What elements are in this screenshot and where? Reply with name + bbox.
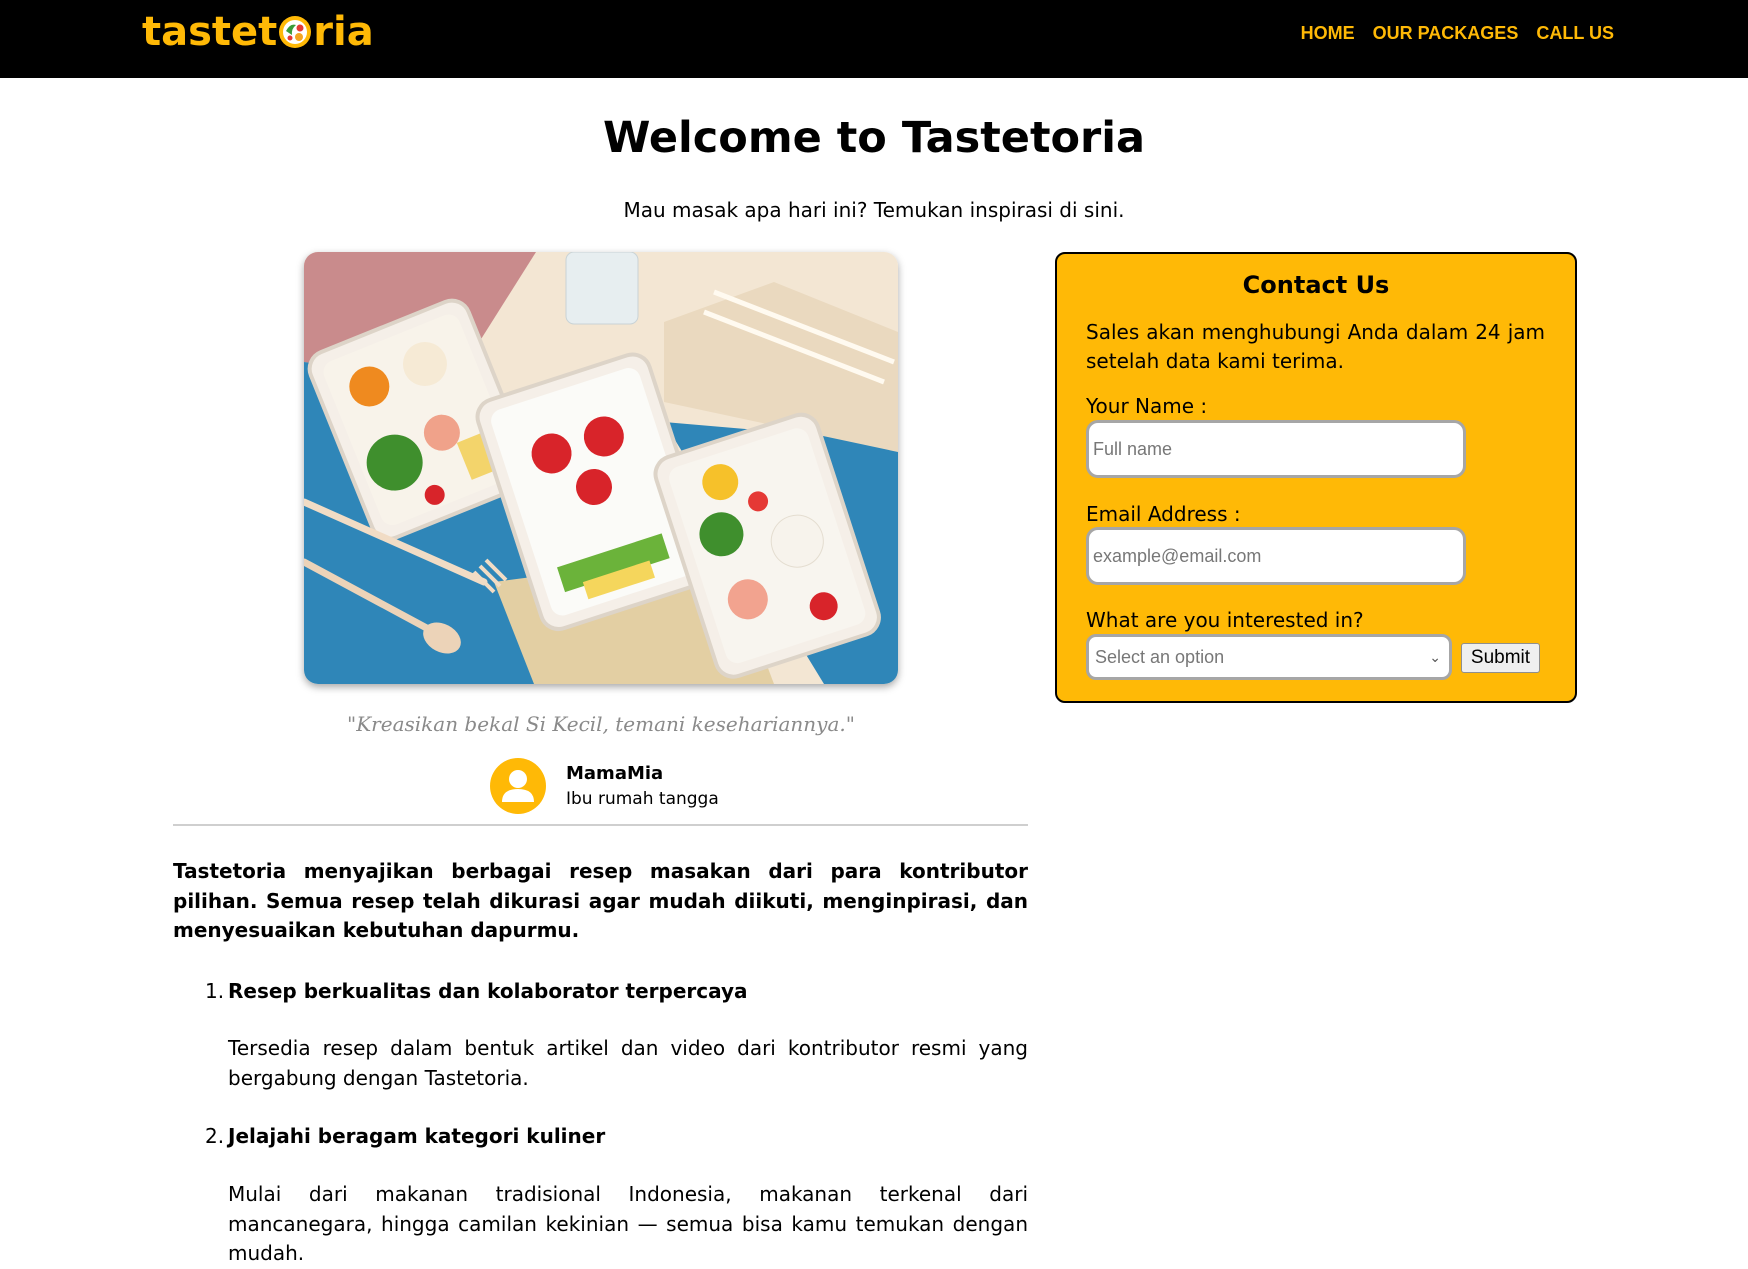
section-divider xyxy=(173,824,1028,826)
nav-our-packages[interactable]: OUR PACKAGES xyxy=(1373,22,1519,44)
page-title: Welcome to Tastetoria xyxy=(602,113,1145,163)
contact-title: Contact Us xyxy=(1242,271,1390,299)
feature-description: Tersedia resep dalam bentuk artikel dan … xyxy=(228,1036,1028,1090)
nav-home[interactable]: HOME xyxy=(1301,22,1355,44)
submit-button[interactable]: Submit xyxy=(1461,643,1540,673)
feature-title: Jelajahi beragam kategori kuliner xyxy=(228,1124,606,1148)
intro-paragraph: Tastetoria menyajikan berbagai resep mas… xyxy=(173,859,1028,942)
food-bowl-icon xyxy=(277,9,313,48)
nav-call-us[interactable]: CALL US xyxy=(1536,22,1614,44)
name-label: Your Name : xyxy=(1086,394,1208,418)
contact-form-panel: Contact Us Sales akan menghubungi Anda d… xyxy=(1055,252,1577,703)
feature-number: 2. xyxy=(205,1124,225,1148)
feature-number: 1. xyxy=(205,979,225,1003)
author-role: Ibu rumah tangga xyxy=(566,789,719,809)
avatar-user-icon xyxy=(490,758,546,814)
email-label: Email Address : xyxy=(1086,502,1241,526)
testimonial-quote: "Kreasikan bekal Si Kecil, temani keseha… xyxy=(347,712,855,736)
contact-description: Sales akan menghubungi Anda dalam 24 jam… xyxy=(1086,320,1545,373)
name-input[interactable] xyxy=(1086,420,1466,478)
chevron-down-icon: ⌄ xyxy=(1429,649,1441,665)
interest-select[interactable]: Select an option ⌄ xyxy=(1086,634,1452,680)
feature-title: Resep berkualitas dan kolaborator terper… xyxy=(228,979,748,1003)
interest-label: What are you interested in? xyxy=(1086,608,1364,632)
feature-description: Mulai dari makanan tradisional Indonesia… xyxy=(228,1182,1028,1265)
top-navbar: tastet ria tastetoria HOME OUR PACKAGES … xyxy=(0,0,1748,78)
bento-photo xyxy=(304,252,898,684)
email-input[interactable] xyxy=(1086,527,1466,585)
tagline: Mau masak apa hari ini? Temukan inspiras… xyxy=(623,198,1125,222)
main-nav: HOME OUR PACKAGES CALL US xyxy=(1301,22,1614,44)
interest-select-value: Select an option xyxy=(1095,647,1225,667)
logo[interactable]: tastet ria tastetoria xyxy=(142,4,374,60)
author-name: MamaMia xyxy=(566,763,664,784)
